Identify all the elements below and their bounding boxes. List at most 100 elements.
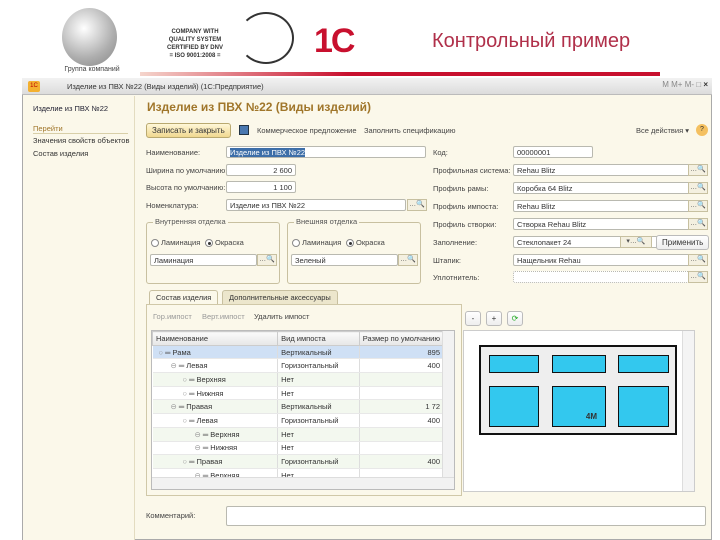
window-drawing-canvas[interactable]: 4M xyxy=(463,330,695,492)
code-input[interactable]: 00000001 xyxy=(513,146,593,158)
sidebar-item-properties[interactable]: Значения свойств объектов xyxy=(33,136,129,145)
comment-label: Комментарий: xyxy=(146,511,196,520)
row-size xyxy=(359,372,445,387)
tree-node-icon[interactable]: ⊖ xyxy=(171,361,179,370)
profile-system-label: Профильная система: xyxy=(433,166,511,175)
table-row[interactable]: ⊖ ═ Левая Горизонтальный 400 xyxy=(152,358,445,374)
sash-profile-search-button[interactable]: …🔍 xyxy=(688,218,708,230)
sidebar-section: Перейти xyxy=(33,124,128,134)
refresh-icon[interactable]: ⟳ xyxy=(507,311,523,326)
outer-finish-group: Внешняя отделка Ламинация Окраска Зелены… xyxy=(287,217,421,284)
dnv-line: COMPANY WITH xyxy=(171,29,219,35)
tab-accessories[interactable]: Дополнительные аксессуары xyxy=(222,290,338,304)
row-size: 895 xyxy=(359,345,445,360)
glass-pane xyxy=(489,386,539,427)
inner-search-button[interactable]: …🔍 xyxy=(257,254,277,266)
tab-composition[interactable]: Состав изделия xyxy=(149,290,219,304)
seal-label: Уплотнитель: xyxy=(433,273,480,282)
radio-label: Окраска xyxy=(356,238,385,247)
column-header-size[interactable]: Размер по умолчанию xyxy=(358,331,445,346)
frame-profile-search-button[interactable]: …🔍 xyxy=(688,182,708,194)
sidebar-current[interactable]: Изделие из ПВХ №22 xyxy=(33,104,108,113)
glazing-bead-label: Штапик: xyxy=(433,256,462,265)
tree-node-icon[interactable]: ⊖ xyxy=(195,430,203,439)
mullion-icon: ═ xyxy=(189,457,197,467)
table-row[interactable]: ○ ═ Правая Горизонтальный 400 xyxy=(152,454,445,469)
row-type: Нет xyxy=(277,386,360,401)
seal-search-button[interactable]: …🔍 xyxy=(688,271,708,283)
table-row[interactable]: ○ ═ Рама Вертикальный 895 xyxy=(152,345,445,360)
close-button[interactable]: × xyxy=(703,80,708,89)
fill-spec-button[interactable]: Заполнить спецификацию xyxy=(364,126,455,135)
all-actions-menu[interactable]: Все действия ▾ xyxy=(636,126,689,135)
profile-system-input[interactable]: Rehau Blitz xyxy=(513,164,695,176)
inner-radio-lamination[interactable]: Ламинация xyxy=(151,238,200,248)
sidebar: Изделие из ПВХ №22 Перейти Значения свой… xyxy=(23,96,135,540)
memory-minus-button[interactable]: M- xyxy=(685,80,694,89)
radio-icon xyxy=(205,239,213,248)
vertical-mullion-button[interactable]: Верт.импост xyxy=(202,312,245,321)
row-name: Левая xyxy=(186,361,208,371)
glazing-bead-search-button[interactable]: …🔍 xyxy=(688,254,708,266)
mullion-profile-search-button[interactable]: …🔍 xyxy=(688,200,708,212)
mullion-profile-input[interactable]: Rehau Blitz xyxy=(513,200,695,212)
frame-profile-label: Профиль рамы: xyxy=(433,184,489,193)
row-name: Левая xyxy=(196,415,218,425)
row-name: Нижняя xyxy=(210,443,238,453)
table-row[interactable]: ⊖ ═ Нижняя Нет xyxy=(152,441,445,456)
profile-system-search-button[interactable]: …🔍 xyxy=(688,164,708,176)
glazing-bead-input[interactable]: Нащельник Rehau xyxy=(513,254,695,266)
height-input[interactable]: 1 100 xyxy=(226,181,296,193)
name-input[interactable]: Изделие из ПВХ №22 xyxy=(230,148,306,157)
window-frame: 4M xyxy=(479,345,677,435)
apply-button[interactable]: Применить xyxy=(656,235,710,250)
zoom-out-button[interactable]: - xyxy=(465,311,481,326)
save-close-button[interactable]: Записать и закрыть xyxy=(146,123,231,138)
sidebar-item-composition[interactable]: Состав изделия xyxy=(33,149,88,158)
frame-profile-input[interactable]: Коробка 64 Blitz xyxy=(513,182,695,194)
nomenclature-input[interactable]: Изделие из ПВХ №22 xyxy=(226,199,406,211)
memory-plus-button[interactable]: M+ xyxy=(671,80,682,89)
certification-seal xyxy=(238,12,294,64)
tree-node-icon[interactable]: ⊖ xyxy=(171,402,179,411)
maximize-button[interactable]: □ xyxy=(696,80,701,89)
table-row[interactable]: ⊖ ═ Правая Вертикальный 1 72 xyxy=(152,399,445,415)
outer-radio-paint[interactable]: Окраска xyxy=(346,238,385,248)
height-label: Высота по умолчанию: xyxy=(146,183,226,192)
comment-input[interactable] xyxy=(226,506,706,526)
width-input[interactable]: 2 600 xyxy=(226,164,296,176)
zoom-in-button[interactable]: + xyxy=(486,311,502,326)
banner-divider xyxy=(140,72,660,76)
inner-radio-paint[interactable]: Окраска xyxy=(205,238,244,248)
seal-input[interactable] xyxy=(513,271,695,283)
table-row[interactable]: ⊖ ═ Верхняя Нет xyxy=(152,427,445,442)
table-row[interactable]: ○ ═ Нижняя Нет xyxy=(152,386,445,401)
commercial-offer-button[interactable]: Коммерческое предложение xyxy=(257,126,357,135)
row-name: Правая xyxy=(186,402,213,412)
table-row[interactable]: ○ ═ Верхняя Нет xyxy=(152,372,445,387)
sash-profile-input[interactable]: Створка Rehau Blitz xyxy=(513,218,695,230)
delete-mullion-button[interactable]: Удалить импост xyxy=(254,312,309,321)
outer-radio-lamination[interactable]: Ламинация xyxy=(292,238,341,248)
horizontal-mullion-button[interactable]: Гор.импост xyxy=(153,312,192,321)
row-size: 1 72 xyxy=(359,399,445,415)
memory-button[interactable]: M xyxy=(662,80,669,89)
table-vertical-scrollbar[interactable] xyxy=(442,331,454,479)
canvas-scrollbar[interactable] xyxy=(682,331,694,491)
nomenclature-search-button[interactable]: …🔍 xyxy=(407,199,427,211)
help-icon[interactable]: ? xyxy=(696,124,708,136)
row-type: Горизонтальный xyxy=(277,358,360,374)
outer-search-button[interactable]: …🔍 xyxy=(398,254,418,266)
tree-node-icon[interactable]: ⊖ xyxy=(195,443,203,452)
table-row[interactable]: ○ ═ Левая Горизонтальный 400 xyxy=(152,413,445,428)
table-horizontal-scrollbar[interactable] xyxy=(152,477,454,489)
glass-pane xyxy=(552,355,606,373)
column-header-name[interactable]: Наименование xyxy=(152,331,279,346)
filling-dropdown-button[interactable]: ▾…🔍 xyxy=(620,236,652,248)
save-icon[interactable] xyxy=(239,125,249,135)
row-name: Нижняя xyxy=(196,388,224,398)
column-header-type[interactable]: Вид импоста xyxy=(277,331,360,346)
outer-finish-input[interactable]: Зеленый xyxy=(291,254,398,266)
group-label: Группа компаний xyxy=(64,66,120,73)
inner-finish-input[interactable]: Ламинация xyxy=(150,254,257,266)
